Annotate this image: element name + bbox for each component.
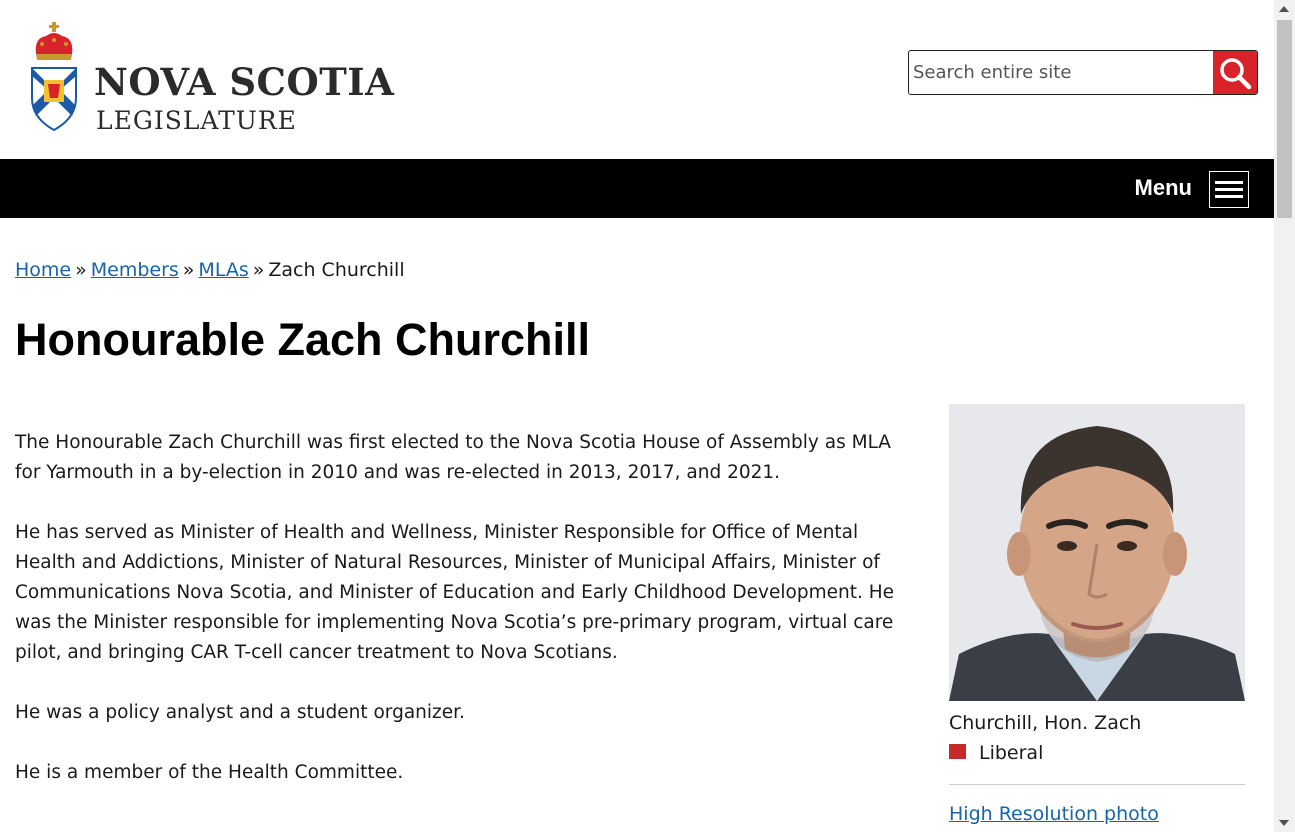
search-icon xyxy=(1220,57,1252,89)
high-resolution-photo-link[interactable]: High Resolution photo xyxy=(949,803,1159,825)
scroll-up-arrow-icon[interactable] xyxy=(1279,6,1289,12)
breadcrumb-current: Zach Churchill xyxy=(268,259,405,281)
hamburger-icon-line xyxy=(1215,188,1243,191)
bio-paragraph: He has served as Minister of Health and … xyxy=(15,522,895,663)
photo-caption-name: Churchill, Hon. Zach xyxy=(949,712,1142,734)
breadcrumb-home-link[interactable]: Home xyxy=(15,259,71,281)
breadcrumb-members-link[interactable]: Members xyxy=(91,259,179,281)
search-button[interactable] xyxy=(1213,51,1257,94)
site-header: NOVA SCOTIA LEGISLATURE xyxy=(0,0,1274,159)
search-input[interactable] xyxy=(909,51,1213,94)
party-name: Liberal xyxy=(979,742,1044,764)
member-biography: The Honourable Zach Churchill was first … xyxy=(15,428,920,818)
menu-button[interactable] xyxy=(1209,171,1249,208)
nova-scotia-crest-icon xyxy=(31,22,77,132)
bio-paragraph: He was a policy analyst and a student or… xyxy=(15,702,465,723)
bio-paragraph: The Honourable Zach Churchill was first … xyxy=(15,432,891,483)
sidebar-divider xyxy=(949,784,1245,785)
party-color-swatch xyxy=(949,744,966,759)
bio-paragraph: He is a member of the Health Committee. xyxy=(15,762,404,783)
vertical-scrollbar[interactable] xyxy=(1274,0,1295,832)
breadcrumb-separator: » xyxy=(252,259,265,281)
page-title: Honourable Zach Churchill xyxy=(15,314,591,365)
portrait-image xyxy=(949,404,1245,701)
breadcrumb-mlas-link[interactable]: MLAs xyxy=(198,259,248,281)
breadcrumb-separator: » xyxy=(182,259,195,281)
hamburger-icon-line xyxy=(1215,181,1243,184)
logo-title: NOVA SCOTIA xyxy=(94,60,395,104)
search-box xyxy=(908,50,1258,95)
menu-label[interactable]: Menu xyxy=(1135,175,1192,201)
breadcrumb-separator: » xyxy=(75,259,87,281)
member-photo xyxy=(949,404,1245,701)
site-logo[interactable]: NOVA SCOTIA LEGISLATURE xyxy=(28,20,408,140)
hamburger-icon-line xyxy=(1215,195,1243,198)
breadcrumb: Home» Members» MLAs» Zach Churchill xyxy=(15,259,405,281)
scroll-down-arrow-icon[interactable] xyxy=(1279,820,1289,826)
party-affiliation: Liberal xyxy=(949,742,1043,764)
main-nav: Menu xyxy=(0,159,1274,218)
logo-subtitle: LEGISLATURE xyxy=(96,106,297,135)
scrollbar-thumb[interactable] xyxy=(1277,20,1292,218)
